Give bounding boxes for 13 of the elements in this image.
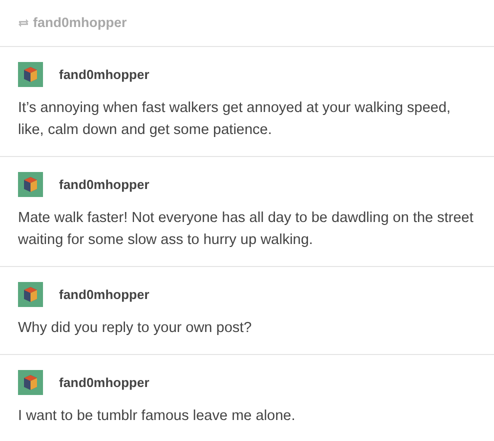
post-username[interactable]: fand0mhopper [59,284,150,304]
post-username[interactable]: fand0mhopper [59,372,150,392]
post-text: It’s annoying when fast walkers get annoyed at your walking speed, like, calm down and get some patience. [18,99,452,140]
avatar-icon[interactable] [18,62,43,87]
post-text: Mate walk faster! Not everyone has all day to be dawdling on the street waiting for some slow ass to hurry up walking. [18,209,474,250]
post-username[interactable]: fand0mhopper [59,174,150,194]
avatar-icon[interactable] [18,282,43,307]
reblog-icon [18,18,29,28]
post-username[interactable]: fand0mhopper [59,64,150,84]
avatar-icon[interactable] [18,370,43,395]
post-text: Why did you reply to your own post? [18,319,253,338]
avatar-icon[interactable] [18,172,43,197]
post-text: I want to be tumblr famous leave me alone. [18,407,296,426]
